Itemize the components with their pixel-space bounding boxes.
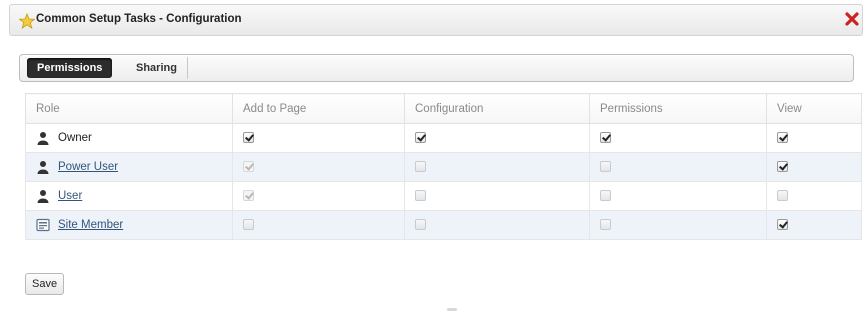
role-cell: User [25, 181, 233, 211]
view-checkbox[interactable] [777, 132, 788, 144]
close-icon[interactable] [843, 10, 861, 28]
scroll-indicator [447, 308, 457, 311]
permission-cell [589, 181, 767, 211]
view-checkbox[interactable] [777, 219, 788, 231]
grid-header-row: Role Add to Page Configuration Permissio… [25, 93, 862, 124]
permission-cell [766, 181, 862, 211]
permission-cell [404, 123, 590, 153]
table-row: Site Member [25, 210, 862, 240]
column-header-add-to-page[interactable]: Add to Page [232, 93, 405, 124]
permissions-checkbox[interactable] [600, 132, 611, 144]
role-link[interactable]: Power User [58, 161, 118, 173]
dialog-title-bar: Common Setup Tasks - Configuration [9, 4, 863, 36]
role-cell: Power User [25, 152, 233, 182]
permission-cell [589, 152, 767, 182]
add-to-page-checkbox[interactable] [243, 132, 254, 144]
tab-sharing[interactable]: Sharing [126, 57, 188, 79]
dialog-title: Common Setup Tasks - Configuration [36, 13, 242, 25]
role-link[interactable]: Site Member [58, 219, 123, 231]
permissions-checkbox[interactable] [600, 219, 611, 231]
tab-bar: Permissions Sharing [19, 54, 854, 82]
site-member-icon [36, 218, 50, 232]
view-checkbox[interactable] [777, 190, 788, 202]
configuration-checkbox[interactable] [415, 132, 426, 144]
column-header-view[interactable]: View [766, 93, 862, 124]
configuration-checkbox[interactable] [415, 190, 426, 202]
view-checkbox[interactable] [777, 161, 788, 173]
table-row: Power User [25, 152, 862, 182]
add-to-page-checkbox [243, 190, 254, 202]
column-header-permissions[interactable]: Permissions [589, 93, 767, 124]
permission-cell [766, 123, 862, 153]
star-icon [19, 13, 35, 29]
configuration-checkbox[interactable] [415, 219, 426, 231]
permission-cell [404, 181, 590, 211]
permission-cell [589, 210, 767, 240]
permission-cell [766, 210, 862, 240]
permission-cell [404, 152, 590, 182]
table-row: Owner [25, 123, 862, 153]
role-cell: Site Member [25, 210, 233, 240]
role-name: Owner [58, 132, 92, 144]
configuration-checkbox[interactable] [415, 161, 426, 173]
save-button[interactable]: Save [25, 273, 65, 295]
add-to-page-checkbox[interactable] [243, 219, 254, 231]
role-link[interactable]: User [58, 190, 82, 202]
permissions-checkbox[interactable] [600, 190, 611, 202]
column-header-configuration[interactable]: Configuration [404, 93, 590, 124]
permission-cell [232, 181, 405, 211]
permission-cell [404, 210, 590, 240]
column-header-role[interactable]: Role [25, 93, 233, 124]
role-cell: Owner [25, 123, 233, 153]
user-icon [36, 160, 50, 174]
add-to-page-checkbox [243, 161, 254, 173]
permissions-grid: Role Add to Page Configuration Permissio… [25, 93, 862, 240]
permissions-checkbox[interactable] [600, 161, 611, 173]
permission-cell [589, 123, 767, 153]
permission-cell [232, 152, 405, 182]
permission-cell [232, 123, 405, 153]
user-icon [36, 131, 50, 145]
permission-cell [232, 210, 405, 240]
permission-cell [766, 152, 862, 182]
user-icon [36, 189, 50, 203]
tab-permissions[interactable]: Permissions [27, 58, 113, 78]
table-row: User [25, 181, 862, 211]
